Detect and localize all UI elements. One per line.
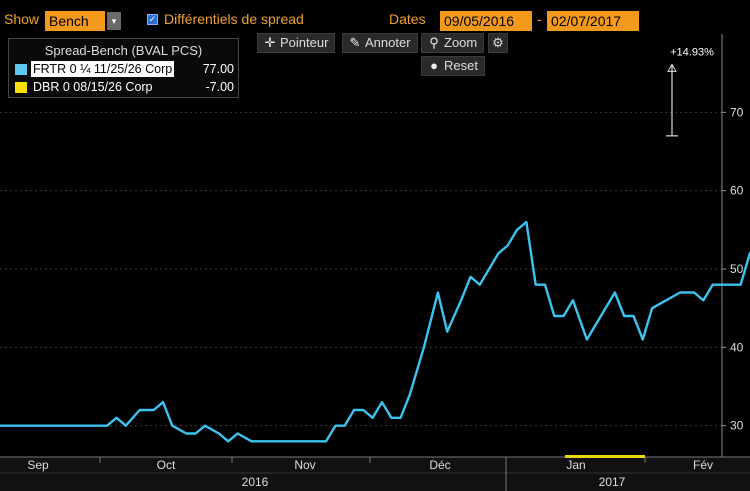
reset-icon: ●	[430, 58, 438, 73]
legend-swatch-frtr	[15, 64, 27, 75]
legend-value-dbr: -7.00	[205, 80, 235, 94]
y-tick-label: 60	[730, 184, 744, 198]
x-tick-label: Nov	[294, 458, 315, 472]
x-axis-band	[0, 457, 750, 491]
crosshair-icon: ✛	[264, 35, 276, 50]
pointer-button[interactable]: ✛ Pointeur	[257, 33, 336, 53]
highlight-range	[565, 455, 645, 458]
legend-row-dbr[interactable]: DBR 0 08/15/26 Corp -7.00	[13, 79, 236, 95]
legend-name-frtr: FRTR 0 ¼ 11/25/26 Corp	[31, 61, 175, 77]
annotate-button[interactable]: ✎ Annoter	[342, 33, 418, 53]
y-tick-label: 30	[730, 419, 744, 433]
annotation-label: +14.93%	[670, 46, 714, 58]
year-label: 2017	[599, 475, 626, 489]
zoom-button[interactable]: ⚲ Zoom	[421, 33, 485, 53]
x-tick-label: Oct	[157, 458, 176, 472]
y-tick-label: 50	[730, 262, 744, 276]
settings-button[interactable]: ⚙	[488, 33, 508, 53]
legend-swatch-dbr	[15, 82, 27, 93]
legend-row-frtr[interactable]: FRTR 0 ¼ 11/25/26 Corp 77.00	[13, 61, 236, 77]
magnifier-icon: ⚲	[429, 35, 439, 50]
x-tick-label: Fév	[693, 458, 713, 472]
y-tick-label: 40	[730, 340, 744, 354]
pencil-icon: ✎	[349, 35, 361, 50]
year-label: 2016	[242, 475, 269, 489]
legend-name-dbr: DBR 0 08/15/26 Corp	[33, 80, 153, 94]
legend-value-frtr: 77.00	[202, 62, 234, 76]
x-tick-label: Sep	[27, 458, 49, 472]
legend-title: Spread-Bench (BVAL PCS)	[44, 43, 203, 58]
x-tick-label: Déc	[429, 458, 450, 472]
legend: Spread-Bench (BVAL PCS) FRTR 0 ¼ 11/25/2…	[8, 38, 239, 98]
gear-icon: ⚙	[492, 35, 504, 50]
reset-button[interactable]: ● Reset	[421, 56, 485, 76]
y-tick-label: 70	[730, 105, 744, 119]
x-tick-label: Jan	[566, 458, 585, 472]
